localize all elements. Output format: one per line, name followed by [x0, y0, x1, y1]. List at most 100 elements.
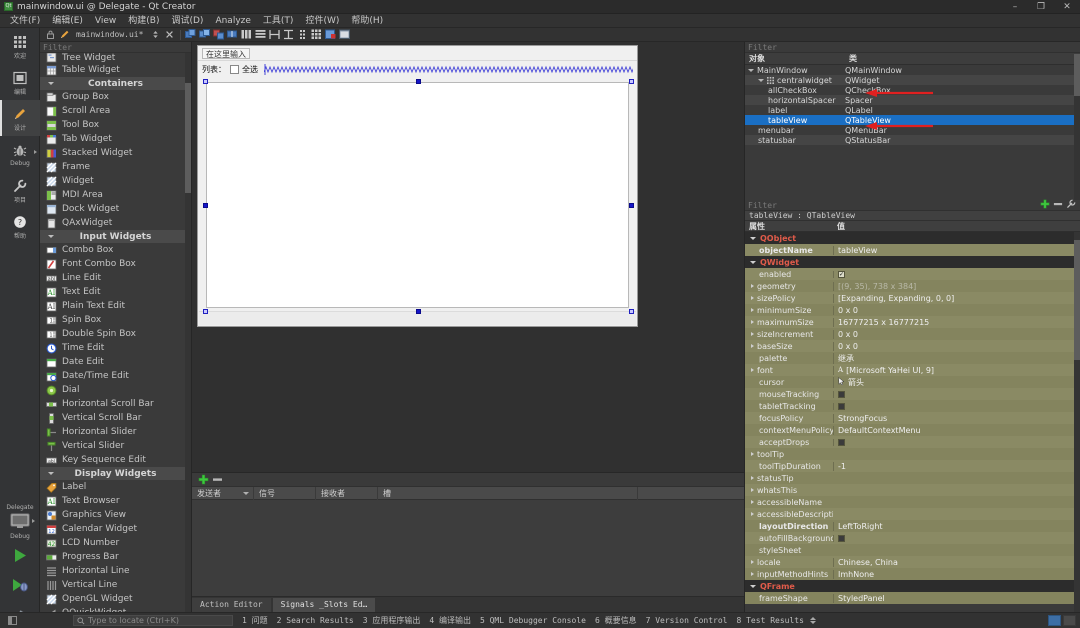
property-scrollbar[interactable] — [1074, 232, 1080, 612]
chevron-right-icon[interactable] — [751, 332, 754, 336]
menu-widgets[interactable]: 控件(W) — [299, 14, 345, 28]
horizontal-spacer[interactable] — [264, 64, 633, 75]
property-row-accessiblename[interactable]: accessibleName — [745, 496, 1080, 508]
signals-slots-column-3[interactable]: 槽 — [378, 486, 638, 500]
object-tree-row-label[interactable]: label QLabel — [745, 105, 1080, 115]
preview-icon[interactable] — [338, 28, 351, 41]
widget-item-stacked-widget[interactable]: Stacked Widget — [40, 146, 191, 160]
widget-item-spin-box[interactable]: 1 Spin Box — [40, 313, 191, 327]
mode-help[interactable]: ? 帮助 — [0, 208, 40, 244]
chevron-right-icon[interactable] — [751, 512, 754, 516]
pencil-icon[interactable] — [58, 28, 71, 41]
resize-handle-top-right[interactable] — [629, 79, 634, 84]
property-value[interactable]: ImhNone — [833, 569, 1080, 579]
output-pane-button-2[interactable]: 2 Search Results — [277, 616, 354, 625]
widget-item-horizontal-line[interactable]: Horizontal Line — [40, 564, 191, 578]
widget-item-scroll-area[interactable]: Scroll Area — [40, 104, 191, 118]
select-all-label[interactable]: 全选 — [242, 64, 258, 75]
property-row-enabled[interactable]: enabled ✓ — [745, 268, 1080, 280]
adjust-size-2-icon[interactable] — [282, 28, 295, 41]
output-pane-nav[interactable] — [809, 617, 816, 624]
property-row-basesize[interactable]: baseSize 0 x 0 — [745, 340, 1080, 352]
output-pane-button-1[interactable]: 1 问题 — [242, 615, 268, 626]
object-tree-row-statusbar[interactable]: statusbar QStatusBar — [745, 135, 1080, 145]
property-filter[interactable]: Filter — [745, 199, 1080, 212]
adjust-size-icon[interactable] — [184, 28, 197, 41]
widget-item-date-time-edit[interactable]: Date/Time Edit — [40, 369, 191, 383]
widget-category-containers[interactable]: Containers — [40, 77, 191, 90]
widget-item-time-edit[interactable]: Time Edit — [40, 341, 191, 355]
widget-category-display-widgets[interactable]: Display Widgets — [40, 467, 191, 480]
widget-item-graphics-view[interactable]: Graphics View — [40, 508, 191, 522]
mode-design[interactable]: 设计 — [0, 100, 40, 136]
chevron-right-icon[interactable] — [751, 452, 754, 456]
property-value[interactable]: DefaultContextMenu — [833, 425, 1080, 435]
object-tree-row-tableView[interactable]: tableView QTableView — [745, 115, 1080, 125]
wrench-icon[interactable] — [1066, 199, 1076, 212]
output-pane-button-6[interactable]: 6 概要信息 — [595, 615, 637, 626]
widget-item-plain-text-edit[interactable]: AI Plain Text Edit — [40, 299, 191, 313]
checkbox-unchecked-icon[interactable] — [838, 438, 845, 446]
chevron-right-icon[interactable] — [751, 500, 754, 504]
minimize-button[interactable]: – — [1002, 0, 1028, 14]
widget-item-date-edit[interactable]: Date Edit — [40, 355, 191, 369]
list-label[interactable]: 列表： — [202, 64, 226, 75]
property-row-tablettracking[interactable]: tabletTracking — [745, 400, 1080, 412]
output-pane-button-7[interactable]: 7 Version Control — [646, 616, 728, 625]
property-value[interactable]: StrongFocus — [833, 413, 1080, 423]
widget-item-tab-widget[interactable]: Tab Widget — [40, 132, 191, 146]
chevron-down-icon[interactable] — [750, 584, 756, 588]
property-row-qobject[interactable]: QObject — [745, 232, 1080, 244]
property-row-mousetracking[interactable]: mouseTracking — [745, 388, 1080, 400]
close-button[interactable]: ✕ — [1054, 0, 1080, 14]
property-value[interactable]: 0 x 0 — [833, 329, 1080, 339]
class-column-header[interactable]: 类 — [845, 53, 857, 65]
chevron-down-icon[interactable] — [750, 260, 756, 264]
property-row-inputmethodhints[interactable]: inputMethodHints ImhNone — [745, 568, 1080, 580]
signals-slots-column-1[interactable]: 信号 — [254, 486, 316, 500]
property-row-layoutdirection[interactable]: layoutDirection LeftToRight — [745, 520, 1080, 532]
property-value[interactable]: [(9, 35), 738 x 384] — [833, 281, 1080, 291]
bottom-tab-1[interactable]: Signals _Slots Ed… — [272, 598, 376, 612]
widget-item-tool-box[interactable]: Tool Box — [40, 118, 191, 132]
property-row-cursor[interactable]: cursor 箭头 — [745, 376, 1080, 388]
lay-out-in-grid-icon[interactable] — [240, 28, 253, 41]
mode-debug-arrow[interactable] — [34, 150, 37, 154]
widget-item-label[interactable]: Label — [40, 480, 191, 494]
widget-item-vertical-line[interactable]: Vertical Line — [40, 578, 191, 592]
bottom-tab-0[interactable]: Action Editor — [192, 598, 271, 612]
widget-item-frame[interactable]: Frame — [40, 160, 191, 174]
locator-input[interactable]: Type to locate (Ctrl+K) — [73, 615, 233, 626]
property-value[interactable]: A [Microsoft YaHei UI, 9] — [833, 365, 1080, 375]
object-tree-row-menubar[interactable]: menubar QMenuBar — [745, 125, 1080, 135]
widget-item-horizontal-scroll-bar[interactable]: Horizontal Scroll Bar — [40, 397, 191, 411]
checkbox-unchecked-icon[interactable] — [838, 402, 845, 410]
grid-dots-icon[interactable] — [296, 28, 309, 41]
property-value[interactable] — [833, 402, 1080, 410]
form-editor-canvas[interactable]: 在这里输入 列表： 全选 — [192, 42, 744, 472]
chevron-right-icon[interactable] — [751, 296, 754, 300]
maximize-button[interactable]: ❐ — [1028, 0, 1054, 14]
resize-handle-bottom-right[interactable] — [629, 309, 634, 314]
menu-help[interactable]: 帮助(H) — [345, 14, 389, 28]
widget-item-table-widget[interactable]: Table Widget — [40, 63, 191, 77]
object-tree-row-allCheckBox[interactable]: allCheckBox QCheckBox — [745, 85, 1080, 95]
property-row-font[interactable]: font A [Microsoft YaHei UI, 9] — [745, 364, 1080, 376]
property-row-accessibledescripti-[interactable]: accessibleDescripti… — [745, 508, 1080, 520]
widget-box-scroll-thumb[interactable] — [185, 83, 191, 193]
widget-item-dock-widget[interactable]: Dock Widget — [40, 202, 191, 216]
property-value[interactable] — [833, 390, 1080, 398]
widget-item-group-box[interactable]: Group Box — [40, 90, 191, 104]
property-row-acceptdrops[interactable]: acceptDrops — [745, 436, 1080, 448]
object-tree-scrollbar[interactable] — [1074, 54, 1080, 200]
output-pane-button-3[interactable]: 3 应用程序输出 — [363, 615, 421, 626]
chevron-down-icon[interactable] — [758, 78, 764, 82]
property-value[interactable]: StyledPanel — [833, 593, 1080, 603]
property-value-column[interactable]: 值 — [833, 221, 845, 231]
property-row-qwidget[interactable]: QWidget — [745, 256, 1080, 268]
mode-projects[interactable]: 项目 — [0, 172, 40, 208]
checkbox-unchecked-icon[interactable] — [838, 390, 845, 398]
mode-debug[interactable]: Debug — [0, 136, 40, 172]
chevron-right-icon[interactable] — [751, 308, 754, 312]
type-here-menu[interactable]: 在这里输入 — [202, 47, 250, 59]
